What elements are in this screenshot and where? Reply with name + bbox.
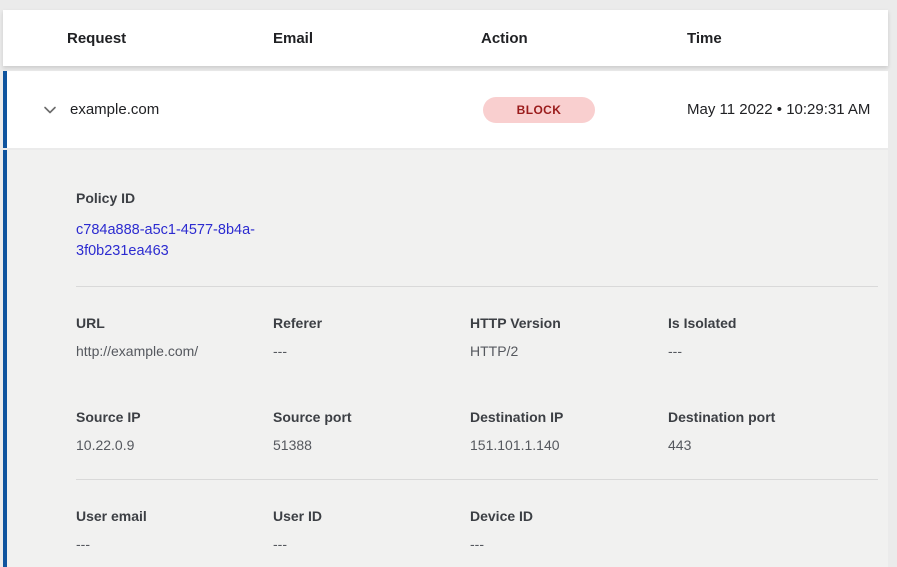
field-value: HTTP/2: [470, 343, 668, 359]
field-value: 151.101.1.140: [470, 437, 668, 453]
field-destination-port: Destination port 443: [668, 409, 878, 453]
table-row[interactable]: example.com BLOCK May 11 2022 • 10:29:31…: [3, 71, 888, 148]
field-label: Destination IP: [470, 409, 668, 425]
field-label: Referer: [273, 315, 470, 331]
field-label: Source port: [273, 409, 470, 425]
column-header-time: Time: [687, 30, 888, 47]
field-value: http://example.com/: [76, 343, 273, 359]
field-value: 10.22.0.9: [76, 437, 273, 453]
section-divider: [76, 286, 878, 287]
request-log-table: Request Email Action Time example.com BL…: [3, 10, 888, 567]
column-header-email: Email: [273, 30, 481, 47]
field-url: URL http://example.com/: [76, 315, 273, 359]
field-device-id: Device ID ---: [470, 508, 668, 552]
block-status-badge: BLOCK: [483, 97, 595, 123]
field-value: 443: [668, 437, 878, 453]
field-source-ip: Source IP 10.22.0.9: [76, 409, 273, 453]
field-value: 51388: [273, 437, 470, 453]
field-label: Is Isolated: [668, 315, 878, 331]
field-label: Destination port: [668, 409, 878, 425]
field-value: ---: [76, 536, 273, 552]
field-user-email: User email ---: [76, 508, 273, 552]
column-header-action: Action: [481, 30, 687, 47]
field-label: HTTP Version: [470, 315, 668, 331]
table-header-row: Request Email Action Time: [3, 10, 888, 66]
field-referer: Referer ---: [273, 315, 470, 359]
field-label: User ID: [273, 508, 470, 524]
detail-fields-row-1: URL http://example.com/ Referer --- HTTP…: [76, 315, 878, 359]
field-label: Source IP: [76, 409, 273, 425]
field-is-isolated: Is Isolated ---: [668, 315, 878, 359]
chevron-down-icon[interactable]: [42, 102, 58, 118]
field-empty: [668, 508, 878, 552]
field-value: ---: [273, 343, 470, 359]
field-value: ---: [668, 343, 878, 359]
expanded-detail-panel: Policy ID c784a888-a5c1-4577-8b4a-3f0b23…: [3, 150, 888, 567]
section-divider: [76, 479, 878, 480]
field-http-version: HTTP Version HTTP/2: [470, 315, 668, 359]
row-request-value: example.com: [70, 101, 273, 118]
field-label: URL: [76, 315, 273, 331]
detail-fields-row-2: Source IP 10.22.0.9 Source port 51388 De…: [76, 409, 878, 453]
field-label: User email: [76, 508, 273, 524]
field-source-port: Source port 51388: [273, 409, 470, 453]
detail-fields-row-3: User email --- User ID --- Device ID ---: [76, 508, 878, 552]
row-time-value: May 11 2022 • 10:29:31 AM: [687, 98, 888, 122]
policy-id-label: Policy ID: [76, 190, 878, 206]
field-value: ---: [273, 536, 470, 552]
policy-id-link[interactable]: c784a888-a5c1-4577-8b4a-3f0b231ea463: [76, 220, 281, 262]
field-user-id: User ID ---: [273, 508, 470, 552]
column-header-request: Request: [67, 30, 273, 47]
row-action-cell: BLOCK: [481, 97, 687, 123]
field-value: ---: [470, 536, 668, 552]
field-destination-ip: Destination IP 151.101.1.140: [470, 409, 668, 453]
field-label: Device ID: [470, 508, 668, 524]
